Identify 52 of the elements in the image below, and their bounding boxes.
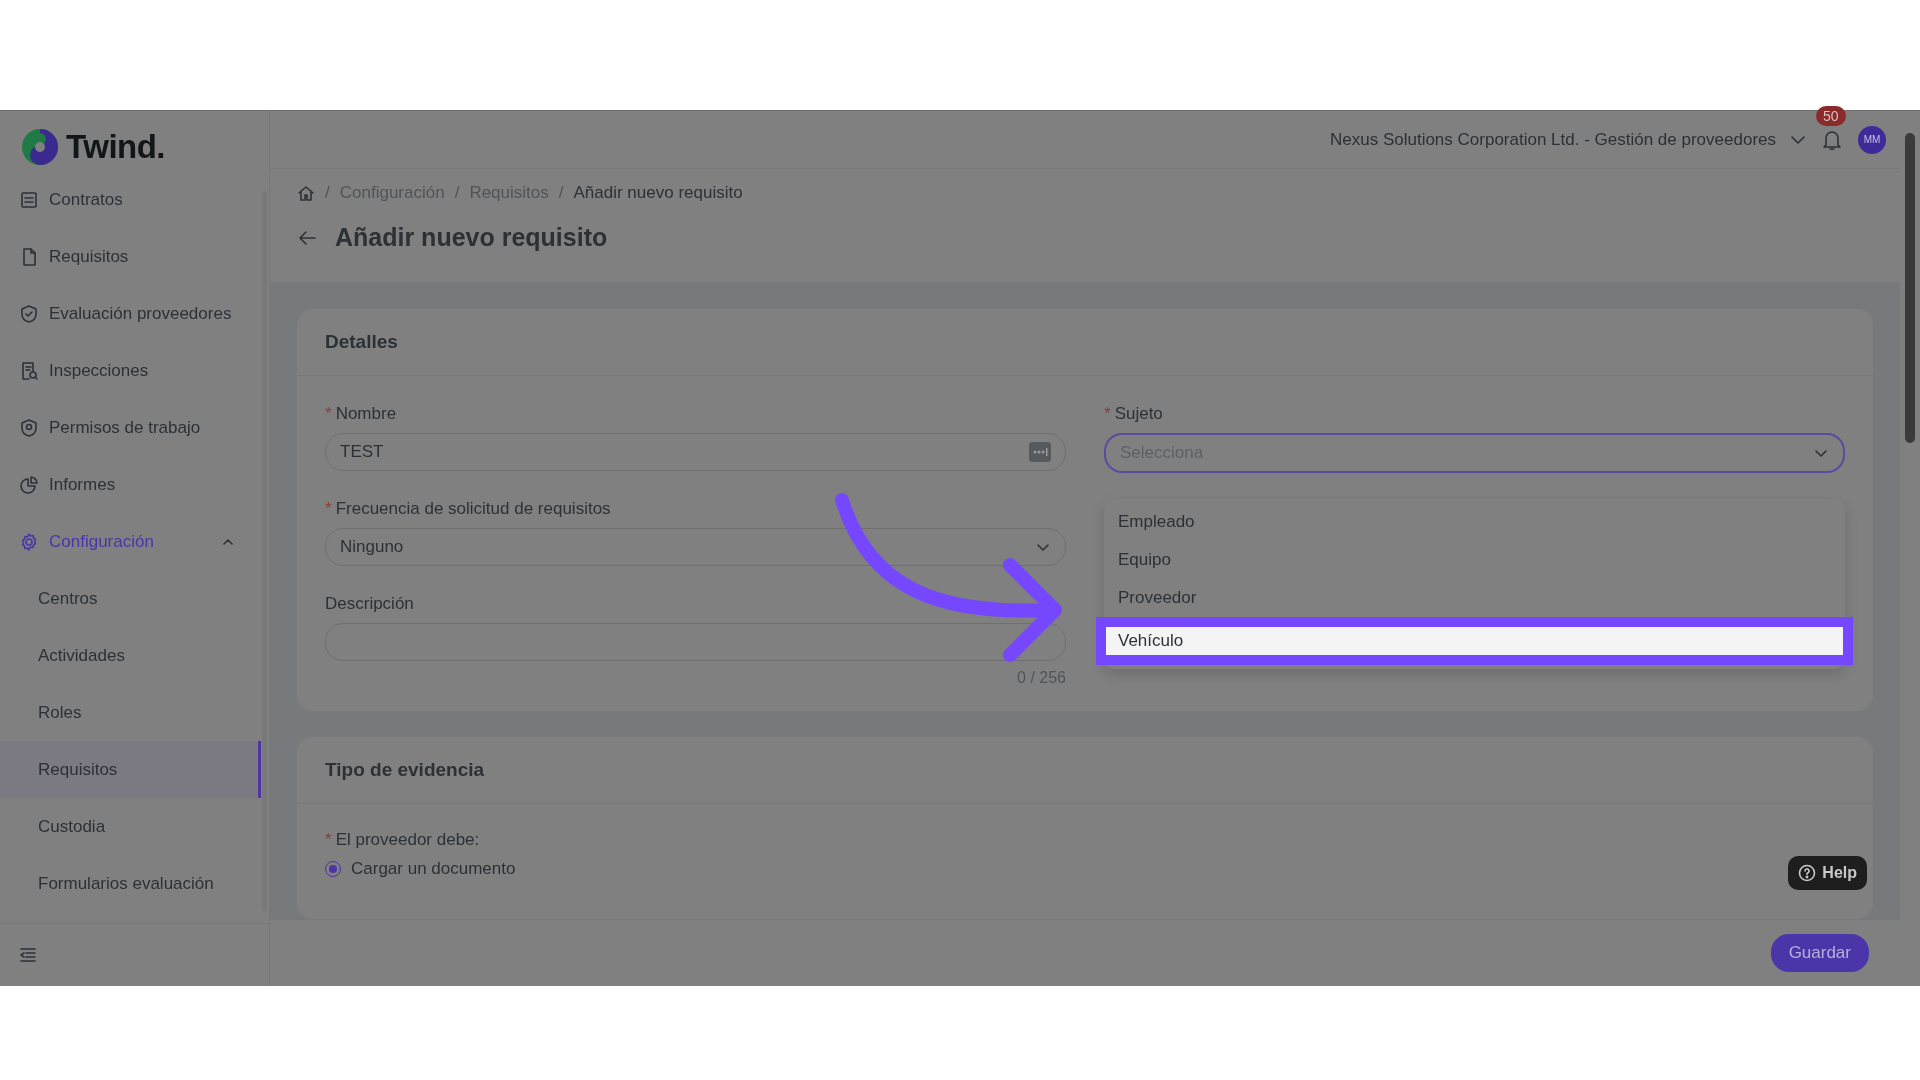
organization-selector[interactable]: Nexus Solutions Corporation Ltd. - Gestión de proveedores [1329,129,1776,150]
text-area[interactable] [325,623,1066,661]
radio-label: Cargar un documento [351,859,516,879]
breadcrumb-separator: / [558,183,564,203]
field-label: Descripción [325,594,415,614]
sidebar-item[interactable]: Configuración [0,513,261,570]
user-avatar[interactable]: MM [1858,125,1886,154]
logo-text: Twind. [66,128,166,166]
sidebar-item[interactable]: Requisitos [0,228,261,285]
password-manager-icon[interactable] [1029,442,1051,462]
sidebar-subitem[interactable]: Actividades [0,627,261,684]
collapse-menu-icon [19,947,37,963]
shield-icon [19,417,39,438]
sidebar-item[interactable]: Inspecciones [0,342,261,399]
shield-check-icon [19,303,39,324]
dropdown-option[interactable]: Equipo [1104,541,1845,579]
settings-icon [19,531,39,552]
page-title: Añadir nuevo requisito [335,223,608,252]
scrollbar[interactable] [262,191,267,911]
document-search-icon [19,360,39,381]
help-button[interactable]: Help [1788,856,1867,890]
section-title: Detalles [297,309,1873,376]
select-field[interactable]: Ninguno [325,528,1066,566]
text-field[interactable]: TEST [325,433,1066,471]
sidebar-item[interactable]: Informes [0,456,261,513]
scrollbar[interactable] [1905,133,1915,443]
sidebar-subitem[interactable]: Formularios evaluación [0,855,261,912]
field-label: * Nombre [325,404,398,424]
logo-icon [20,127,60,167]
pie-chart-icon [19,474,39,495]
help-icon [1798,864,1817,882]
field-label: * El proveedor debe: [325,830,481,850]
home-icon [297,184,315,202]
document-icon [19,189,39,210]
sidebar-subitem[interactable]: Roles [0,684,261,741]
notification-badge: 50 [1816,105,1846,126]
sidebar-subitem[interactable]: Custodia [0,798,261,855]
breadcrumb-separator: / [454,183,460,203]
sidebar-item[interactable]: Contratos [0,171,261,228]
field-label: * Sujeto [1104,404,1164,424]
section-title: Tipo de evidencia [297,737,1873,804]
dropdown-option[interactable]: Vehículo [1096,617,1853,665]
save-button[interactable]: Guardar [1770,934,1869,972]
breadcrumb-current: Añadir nuevo requisito [573,183,743,203]
sidebar-item[interactable]: Permisos de trabajo [0,399,261,456]
sidebar-subitem[interactable]: Centros [0,570,261,627]
dropdown-option[interactable]: Empleado [1104,503,1845,541]
breadcrumb-separator: / [325,183,330,203]
sidebar-item[interactable]: Evaluación proveedores [0,285,261,342]
sidebar-subitem[interactable]: Requisitos [0,741,261,798]
field-label: * Frecuencia de solicitud de requisitos [325,499,612,519]
dropdown-option[interactable]: Proveedor [1104,579,1845,617]
